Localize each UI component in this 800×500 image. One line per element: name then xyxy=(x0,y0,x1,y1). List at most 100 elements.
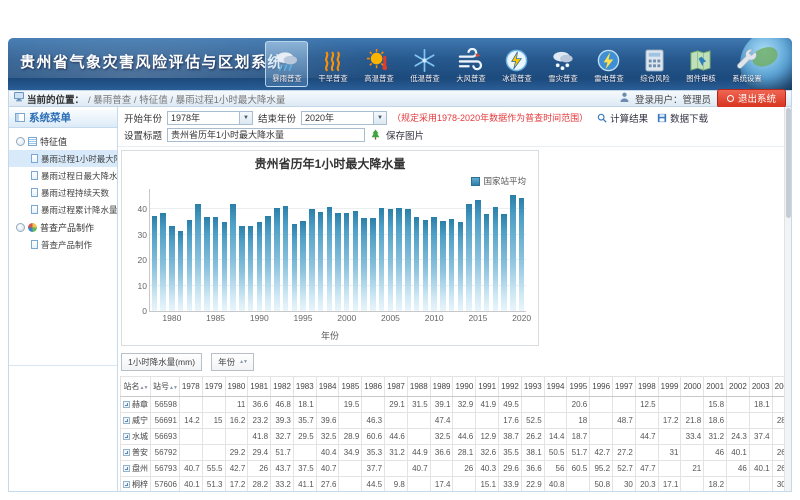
logout-button[interactable]: 退出系统 xyxy=(717,89,786,108)
sort-icons[interactable]: ▲▼ xyxy=(140,385,148,391)
nav-item-hail[interactable]: 冰雹普查 xyxy=(495,41,538,87)
chart-title-input[interactable] xyxy=(167,128,365,142)
expand-icon[interactable] xyxy=(123,481,130,488)
col-year-1996[interactable]: 1996 xyxy=(590,377,613,397)
sort-icons[interactable]: ▲▼ xyxy=(239,359,247,365)
value-cell: 60.5 xyxy=(567,461,590,477)
col-year-1987[interactable]: 1987 xyxy=(385,377,408,397)
col-year-1991[interactable]: 1991 xyxy=(476,377,499,397)
table-row[interactable]: 桐梓5760640.151.317.228.233.241.127.644.59… xyxy=(121,477,793,493)
table-row[interactable]: 盘州5679340.755.542.72643.737.540.737.740.… xyxy=(121,461,793,477)
expand-icon[interactable] xyxy=(123,433,130,440)
col-year-1997[interactable]: 1997 xyxy=(613,377,636,397)
nav-item-settings[interactable]: 系统设置 xyxy=(725,41,768,87)
tree-group[interactable]: 特征值 xyxy=(9,132,117,150)
breadcrumb-path[interactable]: / 暴雨普查 / 特征值 / 暴雨过程1小时最大降水量 xyxy=(88,92,285,106)
sidebar-header: 系统菜单 xyxy=(9,107,117,128)
scrollbar-thumb[interactable] xyxy=(786,108,791,218)
table-row[interactable]: 普安5679229.229.451.740.434.935.331.244.93… xyxy=(121,445,793,461)
nav-item-thunder[interactable]: 雷电普查 xyxy=(587,41,630,87)
toolbar-row-2: 设置标题 保存图片 xyxy=(124,126,787,143)
nav-item-drought[interactable]: 干旱普查 xyxy=(311,41,354,87)
col-year-1995[interactable]: 1995 xyxy=(567,377,590,397)
col-year-2000[interactable]: 2000 xyxy=(681,377,704,397)
collapse-icon[interactable] xyxy=(16,223,25,232)
chevron-down-icon[interactable]: ▼ xyxy=(373,112,386,124)
nav-item-risk[interactable]: 综合风险 xyxy=(633,41,676,87)
col-year-1994[interactable]: 1994 xyxy=(544,377,567,397)
bar-2009 xyxy=(423,220,429,312)
collapse-panel-icon[interactable] xyxy=(15,113,25,122)
nav-item-wind[interactable]: 大风普查 xyxy=(449,41,492,87)
table-row[interactable]: 赫章565981136.646.818.119.529.131.539.132.… xyxy=(121,397,793,413)
value-cell: 39.3 xyxy=(271,413,294,429)
col-year-1984[interactable]: 1984 xyxy=(316,377,339,397)
col-year-1989[interactable]: 1989 xyxy=(430,377,453,397)
collapse-icon[interactable] xyxy=(16,137,25,146)
nav-item-map[interactable]: 图件审核 xyxy=(679,41,722,87)
table-row[interactable]: 水城5669341.832.729.532.528.960.644.632.54… xyxy=(121,429,793,445)
end-year-select[interactable]: 2020年 ▼ xyxy=(301,111,387,125)
sort-icons[interactable]: ▲▼ xyxy=(169,385,177,391)
nav-item-rain[interactable]: 暴雨普查 xyxy=(265,41,308,87)
document-icon xyxy=(31,240,38,249)
value-cell: 32.9 xyxy=(453,397,476,413)
value-cell: 37.7 xyxy=(362,461,385,477)
tree-group[interactable]: 普查产品制作 xyxy=(9,218,117,236)
hail-icon xyxy=(504,48,529,73)
value-cell: 9.8 xyxy=(385,477,408,493)
col-year-1979[interactable]: 1979 xyxy=(202,377,225,397)
year-field-selector[interactable]: 年份 ▲▼ xyxy=(211,353,254,371)
tree-item[interactable]: 暴雨过程持续天数 xyxy=(9,184,117,201)
expand-icon[interactable] xyxy=(123,449,130,456)
save-image-button[interactable]: 保存图片 xyxy=(386,128,424,142)
tree-item[interactable]: 暴雨过程累计降水量 xyxy=(9,201,117,218)
chevron-down-icon[interactable]: ▼ xyxy=(239,112,252,124)
col-station-id[interactable]: 站号▲▼ xyxy=(151,377,180,397)
expand-icon[interactable] xyxy=(123,401,130,408)
col-year-1988[interactable]: 1988 xyxy=(407,377,430,397)
col-station-name[interactable]: 站名▲▼ xyxy=(121,377,151,397)
tree-item[interactable]: 暴雨过程1小时最大降水量 xyxy=(9,150,117,167)
col-year-1990[interactable]: 1990 xyxy=(453,377,476,397)
col-year-1983[interactable]: 1983 xyxy=(293,377,316,397)
table-row[interactable]: 威宁5669114.21516.223.239.335.739.646.347.… xyxy=(121,413,793,429)
col-year-2002[interactable]: 2002 xyxy=(727,377,750,397)
value-cell: 18.2 xyxy=(704,477,727,493)
bar-1997 xyxy=(318,212,324,311)
col-year-1986[interactable]: 1986 xyxy=(362,377,385,397)
nav-item-cold[interactable]: 低温普查 xyxy=(403,41,446,87)
bar-2001 xyxy=(353,211,359,311)
nav-item-heat[interactable]: 高温普查 xyxy=(357,41,400,87)
value-cell: 39.1 xyxy=(430,397,453,413)
table-controls: 1小时降水量(mm) 年份 ▲▼ xyxy=(121,353,791,371)
col-year-1980[interactable]: 1980 xyxy=(225,377,248,397)
value-cell xyxy=(544,397,567,413)
tree-item[interactable]: 暴雨过程日最大降水量 xyxy=(9,167,117,184)
col-year-1985[interactable]: 1985 xyxy=(339,377,362,397)
download-button[interactable]: 数据下载 xyxy=(657,111,708,125)
start-year-select[interactable]: 1978年 ▼ xyxy=(167,111,253,125)
col-year-2001[interactable]: 2001 xyxy=(704,377,727,397)
nav-item-snow[interactable]: 雪灾普查 xyxy=(541,41,584,87)
col-year-1982[interactable]: 1982 xyxy=(271,377,294,397)
col-year-1993[interactable]: 1993 xyxy=(521,377,544,397)
expand-icon[interactable] xyxy=(123,465,130,472)
col-year-2003[interactable]: 2003 xyxy=(749,377,772,397)
col-year-1978[interactable]: 1978 xyxy=(179,377,202,397)
col-year-1992[interactable]: 1992 xyxy=(499,377,522,397)
expand-icon[interactable] xyxy=(123,417,130,424)
tree-item[interactable]: 普查产品制作 xyxy=(9,236,117,253)
calculate-button[interactable]: 计算结果 xyxy=(597,111,648,125)
value-cell: 29.6 xyxy=(499,461,522,477)
col-year-1999[interactable]: 1999 xyxy=(658,377,681,397)
value-cell xyxy=(727,477,750,493)
value-field-selector[interactable]: 1小时降水量(mm) xyxy=(121,353,202,371)
col-year-1981[interactable]: 1981 xyxy=(248,377,271,397)
col-year-1998[interactable]: 1998 xyxy=(635,377,658,397)
value-cell: 46 xyxy=(727,461,750,477)
value-cell: 20.6 xyxy=(567,397,590,413)
vertical-scrollbar[interactable] xyxy=(784,107,791,491)
value-cell: 42.7 xyxy=(225,461,248,477)
value-cell xyxy=(362,397,385,413)
